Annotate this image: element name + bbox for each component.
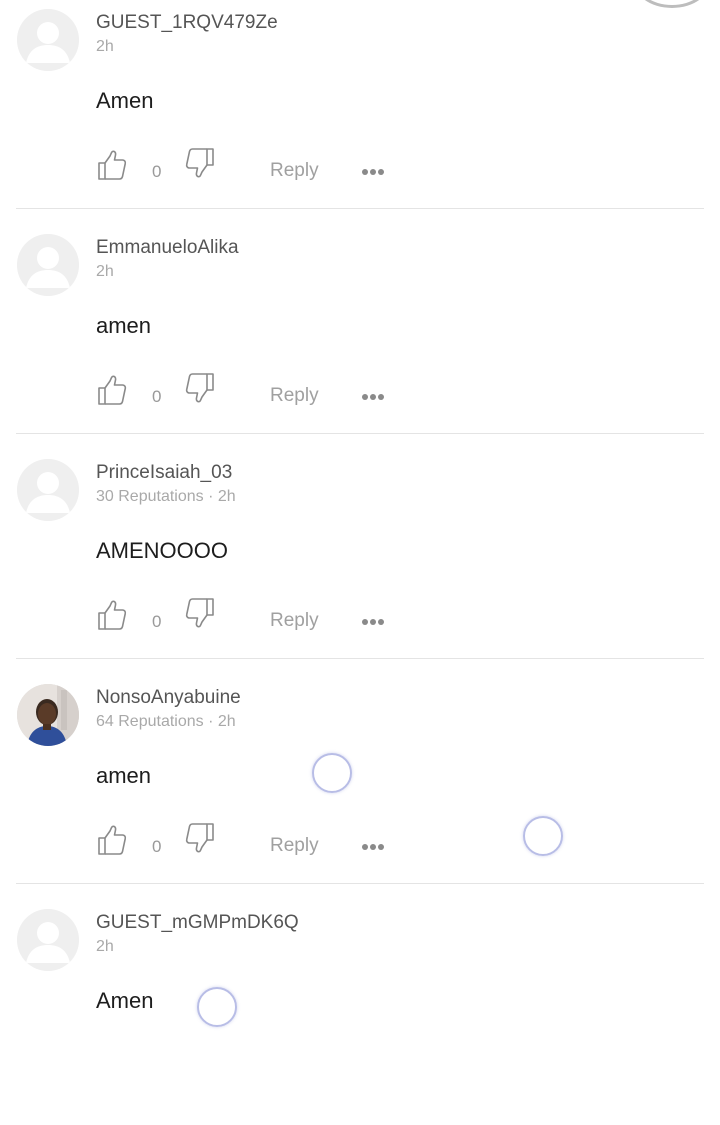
- comment-text: Amen: [96, 988, 154, 1013]
- avatar-default[interactable]: [17, 459, 79, 521]
- like-button[interactable]: [96, 149, 128, 181]
- thumbs-down-icon: [185, 823, 214, 853]
- like-button[interactable]: [96, 374, 128, 406]
- user-photo-icon: [17, 684, 79, 746]
- comment-text: AMENOOOO: [96, 538, 229, 563]
- user-silhouette-icon: [17, 909, 79, 971]
- comment-actions: 0 Reply: [96, 822, 416, 862]
- dislike-button[interactable]: [184, 147, 216, 179]
- comment-item: GUEST_mGMPmDK6Q 2h Amen: [0, 900, 720, 1125]
- comment-item: EmmanueloAlika 2h amen 0 Reply: [0, 225, 720, 450]
- thumbs-down-icon: [185, 373, 214, 403]
- comment-actions: 0 Reply: [96, 147, 416, 187]
- thumbs-down-icon: [185, 598, 214, 628]
- comment-item: GUEST_1RQV479Ze 2h Amen 0 Reply: [0, 0, 720, 225]
- dislike-button[interactable]: [184, 372, 216, 404]
- comment-divider: [16, 883, 704, 884]
- comment-text: amen: [96, 763, 152, 788]
- comment-meta: 2h: [96, 938, 114, 955]
- more-options-button[interactable]: [360, 835, 390, 855]
- reply-button[interactable]: Reply: [270, 835, 319, 857]
- user-silhouette-icon: [17, 234, 79, 296]
- reply-button[interactable]: Reply: [270, 385, 319, 407]
- comment-actions: 0 Reply: [96, 597, 416, 637]
- more-options-button[interactable]: [360, 160, 390, 180]
- avatar-default[interactable]: [17, 234, 79, 296]
- thumbs-up-icon: [98, 600, 127, 630]
- comment-actions: 0 Reply: [96, 372, 416, 412]
- comment-divider: [16, 433, 704, 434]
- more-dots-icon: [362, 844, 384, 850]
- comment-item: PrinceIsaiah_03 30 Reputations · 2h AMEN…: [0, 450, 720, 675]
- more-dots-icon: [362, 394, 384, 400]
- user-silhouette-icon: [17, 459, 79, 521]
- comment-meta: 2h: [96, 38, 114, 55]
- like-button[interactable]: [96, 824, 128, 856]
- reply-button[interactable]: Reply: [270, 160, 319, 182]
- more-options-button[interactable]: [360, 385, 390, 405]
- touch-indicator: [523, 816, 563, 856]
- dislike-button[interactable]: [184, 597, 216, 629]
- comment-meta: 30 Reputations · 2h: [96, 488, 236, 505]
- avatar-photo[interactable]: [17, 684, 79, 746]
- reply-button[interactable]: Reply: [270, 610, 319, 632]
- comment-divider: [16, 208, 704, 209]
- like-count: 0: [152, 612, 162, 631]
- comment-divider: [16, 658, 704, 659]
- touch-indicator: [312, 753, 352, 793]
- more-dots-icon: [362, 169, 384, 175]
- thumbs-up-icon: [98, 375, 127, 405]
- like-count: 0: [152, 387, 162, 406]
- thumbs-up-icon: [98, 825, 127, 855]
- like-button[interactable]: [96, 599, 128, 631]
- avatar-default[interactable]: [17, 9, 79, 71]
- comment-username[interactable]: PrinceIsaiah_03: [96, 462, 232, 484]
- comment-username[interactable]: EmmanueloAlika: [96, 237, 239, 259]
- comment-username[interactable]: GUEST_mGMPmDK6Q: [96, 912, 299, 934]
- user-silhouette-icon: [17, 9, 79, 71]
- comment-text: Amen: [96, 88, 154, 113]
- comment-meta: 64 Reputations · 2h: [96, 713, 236, 730]
- comment-username[interactable]: NonsoAnyabuine: [96, 687, 241, 709]
- thumbs-up-icon: [98, 150, 127, 180]
- more-dots-icon: [362, 619, 384, 625]
- more-options-button[interactable]: [360, 610, 390, 630]
- comment-text: amen: [96, 313, 152, 338]
- comment-meta: 2h: [96, 263, 114, 280]
- like-count: 0: [152, 837, 162, 856]
- comment-username[interactable]: GUEST_1RQV479Ze: [96, 12, 278, 34]
- comment-item: NonsoAnyabuine 64 Reputations · 2h amen …: [0, 675, 720, 900]
- avatar-default[interactable]: [17, 909, 79, 971]
- dislike-button[interactable]: [184, 822, 216, 854]
- thumbs-down-icon: [185, 148, 214, 178]
- like-count: 0: [152, 162, 162, 181]
- touch-indicator: [197, 987, 237, 1027]
